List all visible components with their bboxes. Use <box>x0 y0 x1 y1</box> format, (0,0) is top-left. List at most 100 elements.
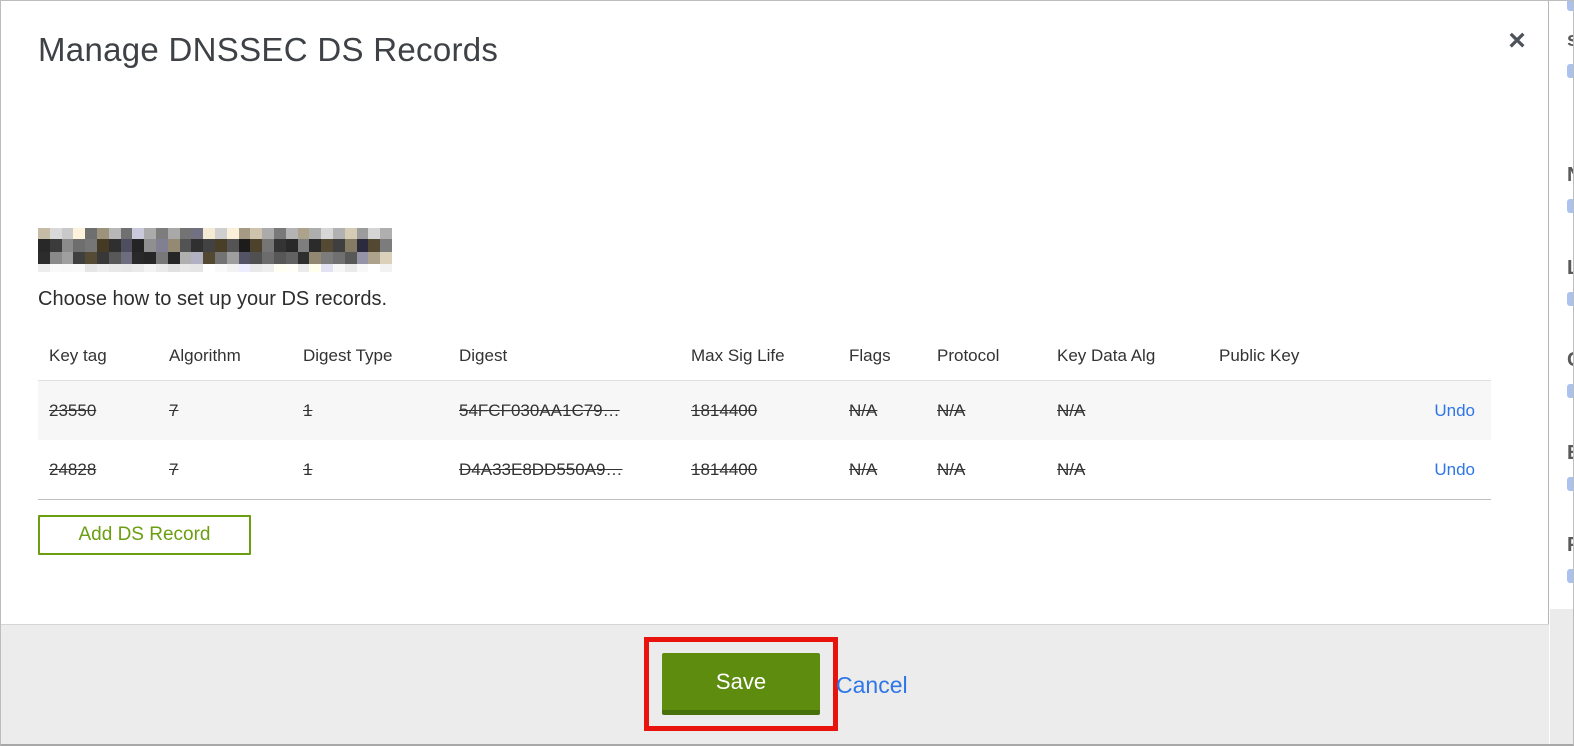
background-link-fragment <box>1567 569 1573 583</box>
mosaic-block <box>144 252 156 264</box>
mosaic-block <box>344 252 357 264</box>
header-key-tag: Key tag <box>49 345 107 365</box>
mosaic-block <box>203 228 215 239</box>
action-highlight-box: Save <box>644 637 838 731</box>
mosaic-block <box>167 252 180 264</box>
mosaic-block <box>297 252 310 264</box>
save-button[interactable]: Save <box>662 653 820 715</box>
background-footer-fragment <box>1550 609 1573 744</box>
mosaic-block <box>250 252 263 264</box>
mosaic-block <box>226 252 239 264</box>
mosaic-block <box>368 228 381 239</box>
mosaic-block <box>250 239 263 252</box>
mosaic-block <box>214 252 227 264</box>
domain-name-redacted <box>38 228 392 272</box>
mosaic-block <box>262 264 274 272</box>
mosaic-block <box>49 239 62 252</box>
mosaic-block <box>356 252 369 264</box>
mosaic-block <box>49 264 62 272</box>
mosaic-block <box>273 264 286 272</box>
close-icon[interactable]: × <box>1497 21 1537 61</box>
header-protocol: Protocol <box>937 345 1000 365</box>
mosaic-block <box>155 228 168 239</box>
mosaic-block <box>191 264 204 272</box>
cell-protocol: N/A <box>937 400 966 420</box>
mosaic-block <box>321 239 333 252</box>
mosaic-block <box>85 252 97 264</box>
mosaic-block <box>238 228 251 239</box>
table-row: 23550 7 1 54FCF030AA1C79… 1814400 N/A N/… <box>38 380 1491 440</box>
mosaic-block <box>38 228 50 239</box>
mosaic-block <box>273 239 286 252</box>
mosaic-block <box>179 264 192 272</box>
mosaic-block <box>132 239 145 252</box>
mosaic-block <box>262 239 274 252</box>
mosaic-block <box>108 239 121 252</box>
mosaic-block <box>61 252 74 264</box>
cell-digest-type: 1 <box>303 400 313 420</box>
add-ds-record-button[interactable]: Add DS Record <box>38 515 251 555</box>
mosaic-block <box>38 264 50 272</box>
mosaic-block <box>344 264 357 272</box>
background-text-fragment: L <box>1567 257 1573 280</box>
background-text-fragment: P <box>1567 534 1573 557</box>
undo-link[interactable]: Undo <box>1406 460 1491 480</box>
background-link-fragment <box>1567 64 1573 78</box>
ds-records-table: Key tag Algorithm Digest Type Digest Max… <box>38 331 1491 500</box>
page-title: Manage DNSSEC DS Records <box>38 31 499 68</box>
mosaic-block <box>273 228 286 239</box>
mosaic-block <box>356 264 369 272</box>
mosaic-block <box>132 228 145 239</box>
mosaic-block <box>61 228 74 239</box>
mosaic-block <box>38 239 50 252</box>
cancel-link[interactable]: Cancel <box>836 625 908 744</box>
cell-digest: 54FCF030AA1C79… <box>459 400 620 420</box>
dnssec-modal-page: Manage DNSSEC DS Records × Choose how to… <box>0 0 1574 746</box>
mosaic-block <box>85 228 97 239</box>
mosaic-block <box>96 239 109 252</box>
header-max-sig-life: Max Sig Life <box>691 345 785 365</box>
mosaic-block <box>132 264 145 272</box>
mosaic-block <box>309 239 322 252</box>
mosaic-block <box>61 239 74 252</box>
mosaic-block <box>297 264 310 272</box>
cell-key-data-alg: N/A <box>1057 400 1086 420</box>
mosaic-block <box>356 239 369 252</box>
mosaic-block <box>273 252 286 264</box>
mosaic-block <box>309 264 322 272</box>
mosaic-block <box>108 264 121 272</box>
cell-digest-type: 1 <box>303 459 313 479</box>
mosaic-block <box>132 252 145 264</box>
cell-algorithm: 7 <box>169 400 179 420</box>
mosaic-block <box>356 228 369 239</box>
mosaic-block <box>321 228 333 239</box>
mosaic-block <box>108 252 121 264</box>
mosaic-block <box>120 228 133 239</box>
mosaic-block <box>167 239 180 252</box>
mosaic-block <box>368 252 381 264</box>
mosaic-block <box>344 228 357 239</box>
background-link-fragment <box>1567 477 1573 491</box>
mosaic-block <box>250 264 263 272</box>
cell-max-sig-life: 1814400 <box>691 400 758 420</box>
mosaic-block <box>238 252 251 264</box>
undo-link[interactable]: Undo <box>1406 401 1491 421</box>
setup-instructions-text: Choose how to set up your DS records. <box>38 288 388 310</box>
background-text-fragment: C <box>1567 349 1573 372</box>
mosaic-block <box>332 228 345 239</box>
table-header-row: Key tag Algorithm Digest Type Digest Max… <box>38 331 1491 380</box>
mosaic-block <box>108 228 121 239</box>
mosaic-block <box>344 239 357 252</box>
background-text-fragment: E <box>1567 442 1573 465</box>
mosaic-block <box>144 264 156 272</box>
mosaic-block <box>285 228 298 239</box>
mosaic-block <box>144 239 156 252</box>
background-link-fragment <box>1567 384 1573 398</box>
mosaic-block <box>85 264 97 272</box>
mosaic-block <box>73 228 86 239</box>
mosaic-block <box>167 228 180 239</box>
mosaic-block <box>226 264 239 272</box>
mosaic-block <box>285 239 298 252</box>
mosaic-block <box>380 252 392 264</box>
mosaic-block <box>262 252 274 264</box>
